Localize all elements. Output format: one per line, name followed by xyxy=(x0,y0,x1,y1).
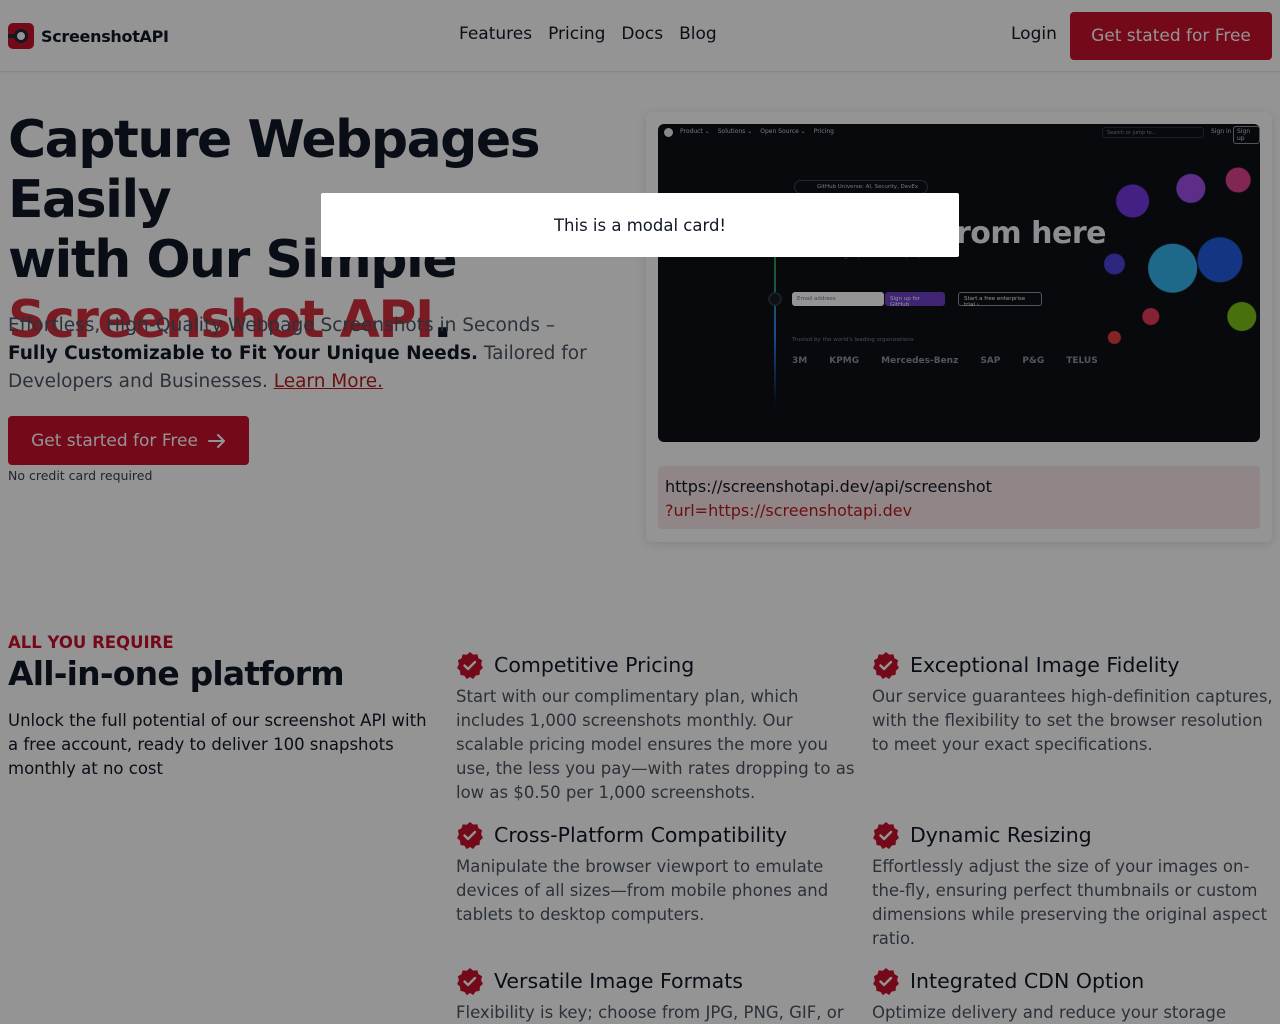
modal-card[interactable]: This is a modal card! xyxy=(321,193,959,257)
modal-text: This is a modal card! xyxy=(553,215,727,235)
modal-backdrop[interactable] xyxy=(0,0,1280,1024)
